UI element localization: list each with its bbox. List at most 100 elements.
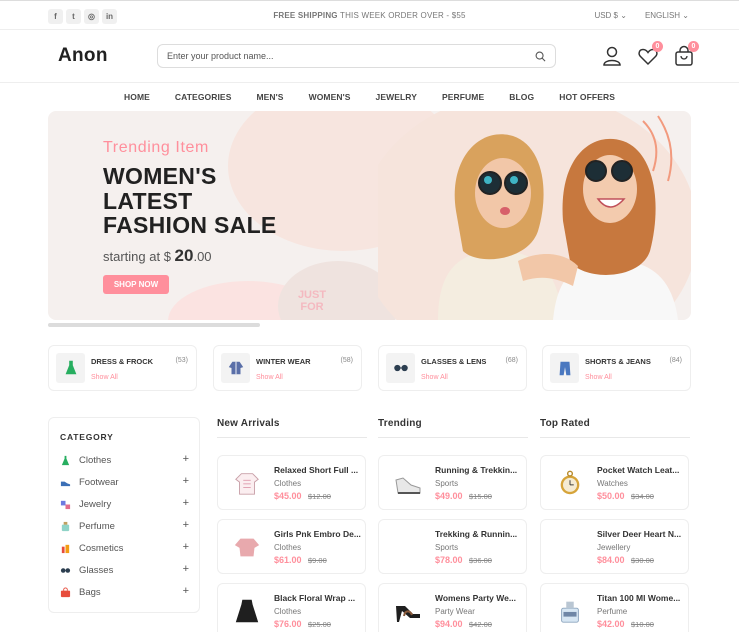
product-card[interactable]: Relaxed Short Full ... Clothes $45.00 $1… xyxy=(217,455,366,510)
plus-icon[interactable]: + xyxy=(183,453,189,465)
jeans-icon xyxy=(550,353,579,383)
product-category: Sports xyxy=(435,479,459,488)
section-title-new-arrivals: New Arrivals xyxy=(217,418,280,429)
nav-home[interactable]: HOME xyxy=(124,83,150,111)
category-card[interactable]: DRESS & FROCK (53) Show All xyxy=(48,345,197,391)
plus-icon[interactable]: + xyxy=(183,541,189,553)
banner-scrollbar[interactable] xyxy=(48,323,260,327)
sidebar-item-clothes[interactable]: Clothes + xyxy=(59,453,189,467)
sidebar-title: CATEGORY xyxy=(60,432,114,442)
top-bar: f t ◎ in FREE SHIPPING THIS WEEK ORDER O… xyxy=(0,0,739,30)
search-icon[interactable] xyxy=(535,51,546,62)
product-name[interactable]: Pocket Watch Leat... xyxy=(597,465,679,475)
sidebar-item-cosmetics[interactable]: Cosmetics + xyxy=(59,541,189,555)
glasses-icon xyxy=(386,353,415,383)
banner-photo xyxy=(378,111,691,320)
product-card[interactable]: Black Floral Wrap ... Clothes $76.00 $25… xyxy=(217,583,366,632)
shop-now-button[interactable]: SHOP NOW xyxy=(103,275,169,294)
product-card[interactable]: Running & Trekkin... Sports $49.00 $15.0… xyxy=(378,455,527,510)
banner-price-cents: .00 xyxy=(193,249,212,264)
product-name[interactable]: Relaxed Short Full ... xyxy=(274,465,358,475)
currency-select[interactable]: USD $ xyxy=(594,11,627,20)
category-name: DRESS & FROCK xyxy=(91,357,154,366)
category-name: SHORTS & JEANS xyxy=(585,357,651,366)
product-name[interactable]: Womens Party We... xyxy=(435,593,516,603)
product-category: Clothes xyxy=(274,479,302,488)
shoe-icon xyxy=(59,476,71,488)
product-name[interactable]: Girls Pnk Embro De... xyxy=(274,529,361,539)
perfume-icon xyxy=(59,520,71,532)
category-count: (58) xyxy=(340,357,353,364)
sidebar-item-footwear[interactable]: Footwear + xyxy=(59,475,189,489)
plus-icon[interactable]: + xyxy=(183,585,189,597)
sidebar-item-label: Clothes xyxy=(79,454,112,466)
show-all-link[interactable]: Show All xyxy=(91,374,118,381)
category-card[interactable]: GLASSES & LENS (68) Show All xyxy=(378,345,527,391)
section-title-top-rated: Top Rated xyxy=(540,418,590,429)
product-card[interactable]: Trekking & Runnin... Sports $78.00 $36.0… xyxy=(378,519,527,574)
section-divider xyxy=(540,437,690,438)
user-icon[interactable] xyxy=(601,45,623,67)
sidebar-item-label: Perfume xyxy=(79,520,115,532)
nav-womens[interactable]: WOMEN'S xyxy=(309,83,351,111)
language-select[interactable]: ENGLISH xyxy=(645,11,689,20)
banner-subtitle: Trending Item xyxy=(103,139,209,156)
sidebar-item-label: Jewelry xyxy=(79,498,112,510)
category-name: WINTER WEAR xyxy=(256,357,311,366)
shipping-notice-text: THIS WEEK ORDER OVER - $55 xyxy=(337,11,466,20)
nav-mens[interactable]: MEN'S xyxy=(256,83,283,111)
nav-perfume[interactable]: PERFUME xyxy=(442,83,484,111)
show-all-link[interactable]: Show All xyxy=(421,374,448,381)
banner-price-prefix: starting at $ xyxy=(103,249,175,264)
product-category: Clothes xyxy=(274,607,302,616)
sidebar-item-perfume[interactable]: Perfume + xyxy=(59,519,189,533)
search-input[interactable] xyxy=(158,45,518,67)
bag-icon xyxy=(59,586,71,598)
sidebar-item-bags[interactable]: Bags + xyxy=(59,585,189,599)
product-card[interactable]: Girls Pnk Embro De... Clothes $61.00 $9.… xyxy=(217,519,366,574)
product-card[interactable]: Pocket Watch Leat... Watches $50.00 $34.… xyxy=(540,455,689,510)
nav-jewelry[interactable]: JEWELRY xyxy=(376,83,417,111)
category-card[interactable]: WINTER WEAR (58) Show All xyxy=(213,345,362,391)
show-all-link[interactable]: Show All xyxy=(256,374,283,381)
category-count: (84) xyxy=(669,357,682,364)
nav-hot-offers[interactable]: HOT OFFERS xyxy=(559,83,615,111)
product-old-price: $10.00 xyxy=(631,620,654,629)
shirt-icon xyxy=(230,465,264,501)
sidebar-item-glasses[interactable]: Glasses + xyxy=(59,563,189,577)
product-name[interactable]: Silver Deer Heart N... xyxy=(597,529,681,539)
sidebar-item-jewelry[interactable]: Jewelry + xyxy=(59,497,189,511)
top-icon xyxy=(230,529,264,565)
banner-price: starting at $ 20.00 xyxy=(103,246,212,266)
sidebar-item-label: Bags xyxy=(79,586,101,598)
plus-icon[interactable]: + xyxy=(183,563,189,575)
logo[interactable]: Anon xyxy=(58,45,108,67)
wishlist-button[interactable]: 0 xyxy=(637,41,663,67)
boot-icon xyxy=(391,529,425,565)
plus-icon[interactable]: + xyxy=(183,497,189,509)
product-name[interactable]: Black Floral Wrap ... xyxy=(274,593,355,603)
product-name[interactable]: Titan 100 Ml Wome... xyxy=(597,593,680,603)
cart-button[interactable]: 0 xyxy=(673,41,699,67)
category-sidebar: CATEGORY Clothes + Footwear + Jewelry + … xyxy=(48,417,200,613)
product-name[interactable]: Trekking & Runnin... xyxy=(435,529,517,539)
category-count: (68) xyxy=(505,357,518,364)
plus-icon[interactable]: + xyxy=(183,519,189,531)
sidebar-item-label: Glasses xyxy=(79,564,114,576)
show-all-link[interactable]: Show All xyxy=(585,374,612,381)
banner-title: WOMEN'S LATEST FASHION SALE xyxy=(103,163,277,238)
product-card[interactable]: Womens Party We... Party Wear $94.00 $42… xyxy=(378,583,527,632)
product-price: $78.00 xyxy=(435,555,463,565)
plus-icon[interactable]: + xyxy=(183,475,189,487)
nav-categories[interactable]: CATEGORIES xyxy=(175,83,232,111)
product-name[interactable]: Running & Trekkin... xyxy=(435,465,517,475)
sneaker-icon xyxy=(391,465,425,501)
product-card[interactable]: Silver Deer Heart N... Jewellery $84.00 … xyxy=(540,519,689,574)
category-name: GLASSES & LENS xyxy=(421,357,487,366)
product-old-price: $12.00 xyxy=(308,492,331,501)
category-card[interactable]: SHORTS & JEANS (84) Show All xyxy=(542,345,691,391)
nav-blog[interactable]: BLOG xyxy=(509,83,534,111)
product-card[interactable]: Titan 100 Ml Wome... Perfume $42.00 $10.… xyxy=(540,583,689,632)
hero-banner: Trending Item WOMEN'S LATEST FASHION SAL… xyxy=(48,111,691,320)
shipping-notice-bold: FREE SHIPPING xyxy=(273,11,338,20)
